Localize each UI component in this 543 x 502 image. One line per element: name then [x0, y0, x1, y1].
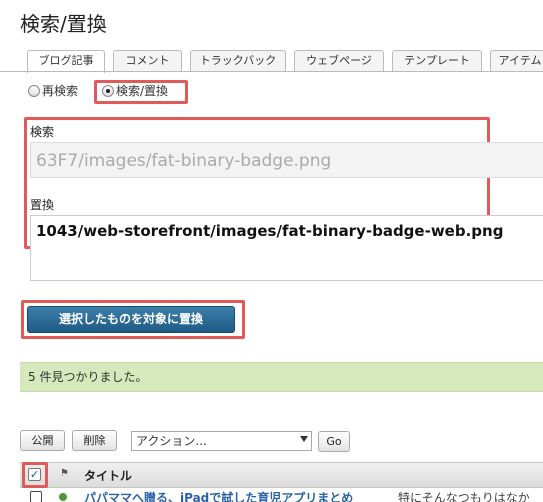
page-title: 検索/置換 — [20, 12, 107, 36]
replace-field[interactable]: 1043/web-storefront/images/fat-binary-ba… — [30, 215, 543, 281]
search-field[interactable]: 63F7/images/fat-binary-badge.png — [30, 142, 543, 178]
radio-replace[interactable]: 検索/置換 — [102, 82, 168, 102]
result-message: 5 件見つかりました。 — [20, 362, 543, 392]
radio-replace-label: 検索/置換 — [116, 84, 169, 98]
go-button[interactable]: Go — [318, 431, 350, 452]
row-excerpt: 特にそんなつもりはなか — [398, 491, 530, 502]
select-all-checkbox[interactable]: ✓ — [28, 468, 41, 481]
tab-templates[interactable]: テンプレート — [392, 50, 482, 72]
tab-bar: ブログ記事 コメント トラックバック ウェブページ テンプレート アイテム — [0, 50, 543, 73]
search-label: 検索 — [30, 125, 55, 139]
title-column-header[interactable]: タイトル — [84, 467, 132, 484]
radio-research[interactable]: 再検索 — [28, 82, 78, 102]
flag-column-icon: ⚑ — [60, 468, 69, 479]
tab-trackbacks[interactable]: トラックバック — [190, 50, 286, 72]
tab-items[interactable]: アイテム — [490, 50, 543, 72]
replace-selected-button[interactable]: 選択したものを対象に置換 — [27, 306, 235, 333]
action-select-value: アクション... — [136, 434, 207, 448]
publish-button[interactable]: 公開 — [20, 430, 65, 451]
tab-webpages[interactable]: ウェブページ — [294, 50, 384, 72]
tab-comments[interactable]: コメント — [113, 50, 182, 72]
table-row[interactable]: パパママへ贈る、iPadで試した育児アプリまとめ 特にそんなつもりはなか — [20, 488, 543, 502]
replace-label: 置換 — [30, 198, 55, 212]
radio-research-label: 再検索 — [42, 84, 79, 98]
row-title-link[interactable]: パパママへ贈る、iPadで試した育児アプリまとめ — [84, 489, 353, 502]
tab-blog-entries[interactable]: ブログ記事 — [27, 50, 105, 73]
delete-button[interactable]: 削除 — [72, 430, 117, 451]
chevron-down-icon — [300, 436, 308, 442]
action-select[interactable]: アクション... — [131, 431, 312, 451]
status-published-icon — [59, 493, 67, 501]
row-checkbox[interactable] — [30, 491, 42, 502]
tab-underline — [0, 71, 543, 72]
radio-research-control[interactable] — [28, 84, 40, 97]
radio-replace-control[interactable] — [102, 84, 114, 97]
